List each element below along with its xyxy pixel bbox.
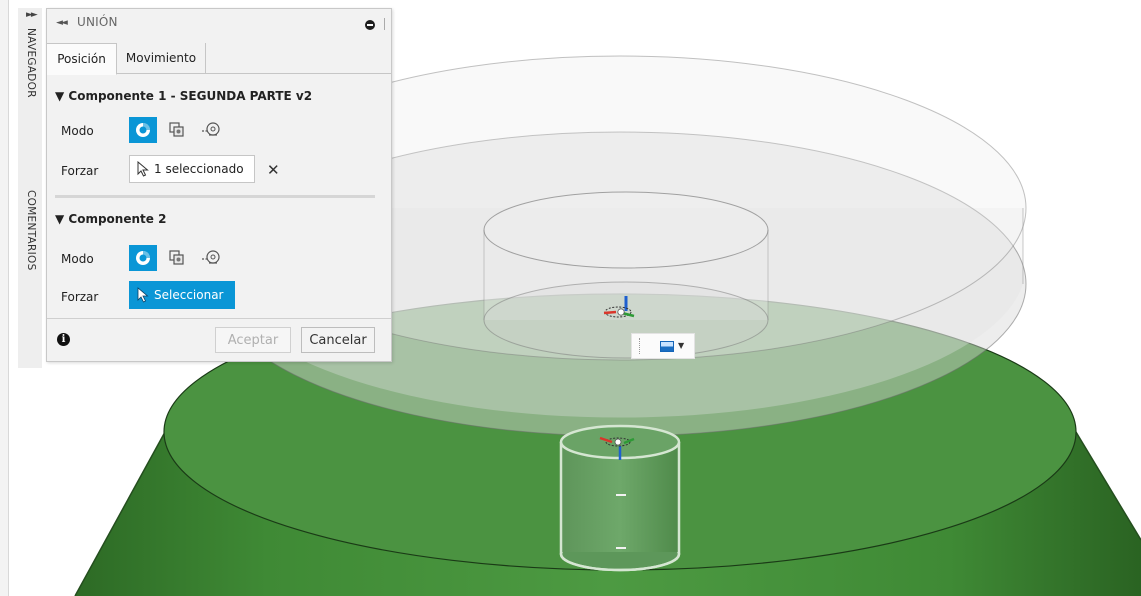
comments-tab[interactable]: COMENTARIOS [25, 190, 37, 271]
cancel-button[interactable]: Cancelar [301, 327, 375, 353]
display-settings-control[interactable]: ▼ [631, 333, 695, 359]
inner-boss-cylinder[interactable] [483, 191, 769, 359]
component1-mode-simple-button[interactable] [129, 117, 157, 143]
component2-mode-between-button[interactable] [163, 245, 191, 271]
dialog-title: UNIÓN [77, 15, 118, 29]
component1-selection-text: 1 seleccionado [154, 162, 244, 176]
navigator-tab[interactable]: NAVEGADOR [25, 28, 37, 98]
collapse-dialog-icon[interactable]: ◄◄ [56, 18, 68, 28]
component2-select-text: Seleccionar [154, 288, 224, 302]
between-two-faces-icon [169, 250, 184, 265]
component2-header[interactable]: ▼ Componente 2 [55, 212, 166, 226]
cursor-arrow-icon [137, 161, 149, 177]
expand-sidebar-icon[interactable]: ►► [26, 10, 38, 20]
ok-button[interactable]: Aceptar [215, 327, 291, 353]
component1-header[interactable]: ▼ Componente 1 - SEGUNDA PARTE v2 [55, 89, 312, 103]
tab-motion[interactable]: Movimiento [117, 43, 206, 73]
between-two-faces-icon [169, 122, 184, 137]
component2-mode-simple-button[interactable] [129, 245, 157, 271]
component1-mode-center-button[interactable] [197, 117, 225, 143]
footer-divider [47, 318, 391, 319]
info-icon[interactable]: i [57, 333, 70, 346]
dialog-titlebar[interactable]: ◄◄ UNIÓN [47, 9, 391, 37]
component1-mode-label: Modo [61, 124, 94, 138]
two-edge-intersection-icon [202, 122, 220, 136]
component2-mode-center-button[interactable] [197, 245, 225, 271]
section-divider [55, 195, 375, 198]
component1-mode-between-button[interactable] [163, 117, 191, 143]
cursor-arrow-icon [137, 287, 149, 303]
drag-grip-icon[interactable] [384, 18, 385, 30]
two-edge-intersection-icon [202, 250, 220, 264]
minimize-icon[interactable] [365, 20, 375, 30]
component1-selection-field[interactable]: 1 seleccionado [129, 155, 255, 183]
component2-mode-label: Modo [61, 252, 94, 266]
joint-dialog: ◄◄ UNIÓN Posición Movimiento ▼ Component… [46, 8, 392, 362]
left-edge-bar [0, 0, 9, 596]
component1-force-label: Forzar [61, 164, 99, 178]
drag-grip-icon[interactable] [639, 338, 641, 354]
simple-mode-icon [136, 251, 150, 265]
simple-mode-icon [136, 123, 150, 137]
clear-selection-icon[interactable]: ✕ [267, 161, 280, 179]
component2-force-label: Forzar [61, 290, 99, 304]
tab-position[interactable]: Posición [47, 43, 117, 75]
component2-select-button[interactable]: Seleccionar [129, 281, 235, 309]
display-mode-icon[interactable] [660, 341, 674, 352]
dialog-tabs: Posición Movimiento [47, 43, 391, 75]
chevron-down-icon[interactable]: ▼ [678, 341, 684, 350]
